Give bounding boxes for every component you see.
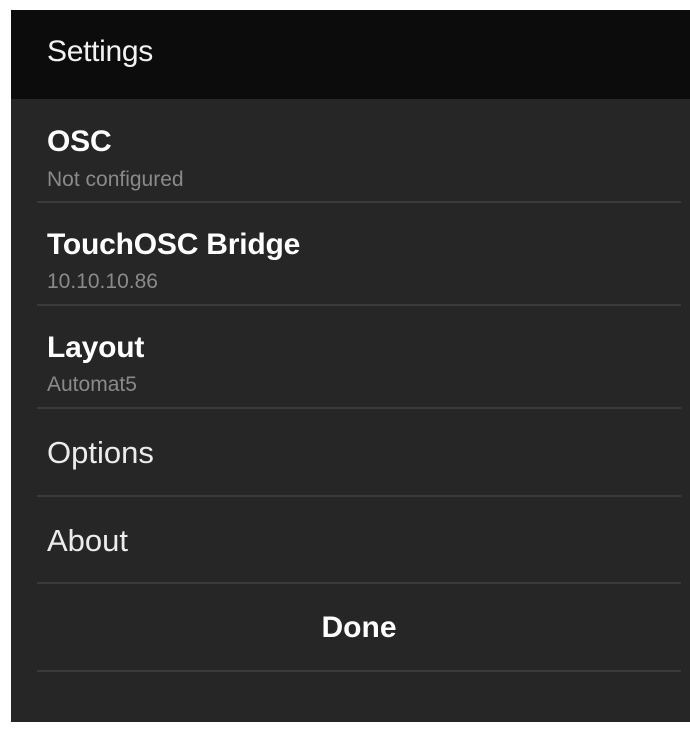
done-button-label: Done bbox=[321, 611, 397, 644]
settings-item-label: About bbox=[47, 523, 129, 558]
settings-item-layout[interactable]: Layout Automat5 bbox=[37, 306, 690, 408]
settings-item-value: 10.10.10.86 bbox=[47, 270, 158, 293]
title-bar: Settings bbox=[11, 10, 690, 99]
settings-item-options[interactable]: Options bbox=[37, 409, 690, 495]
settings-item-label: TouchOSC Bridge bbox=[47, 228, 301, 261]
settings-item-touchosc-bridge[interactable]: TouchOSC Bridge 10.10.10.86 bbox=[37, 203, 690, 305]
settings-item-label: OSC bbox=[47, 125, 112, 158]
page-title: Settings bbox=[47, 35, 153, 68]
done-button[interactable]: Done bbox=[37, 583, 681, 671]
settings-item-label: Options bbox=[47, 435, 154, 470]
settings-item-about[interactable]: About bbox=[37, 497, 690, 582]
settings-item-value: Not configured bbox=[47, 168, 184, 191]
settings-item-value: Automat5 bbox=[47, 373, 137, 396]
settings-item-osc[interactable]: OSC Not configured bbox=[37, 99, 690, 203]
divider bbox=[37, 670, 681, 672]
settings-item-label: Layout bbox=[47, 331, 145, 364]
settings-screen: Settings OSC Not configured TouchOSC Bri… bbox=[11, 10, 690, 722]
